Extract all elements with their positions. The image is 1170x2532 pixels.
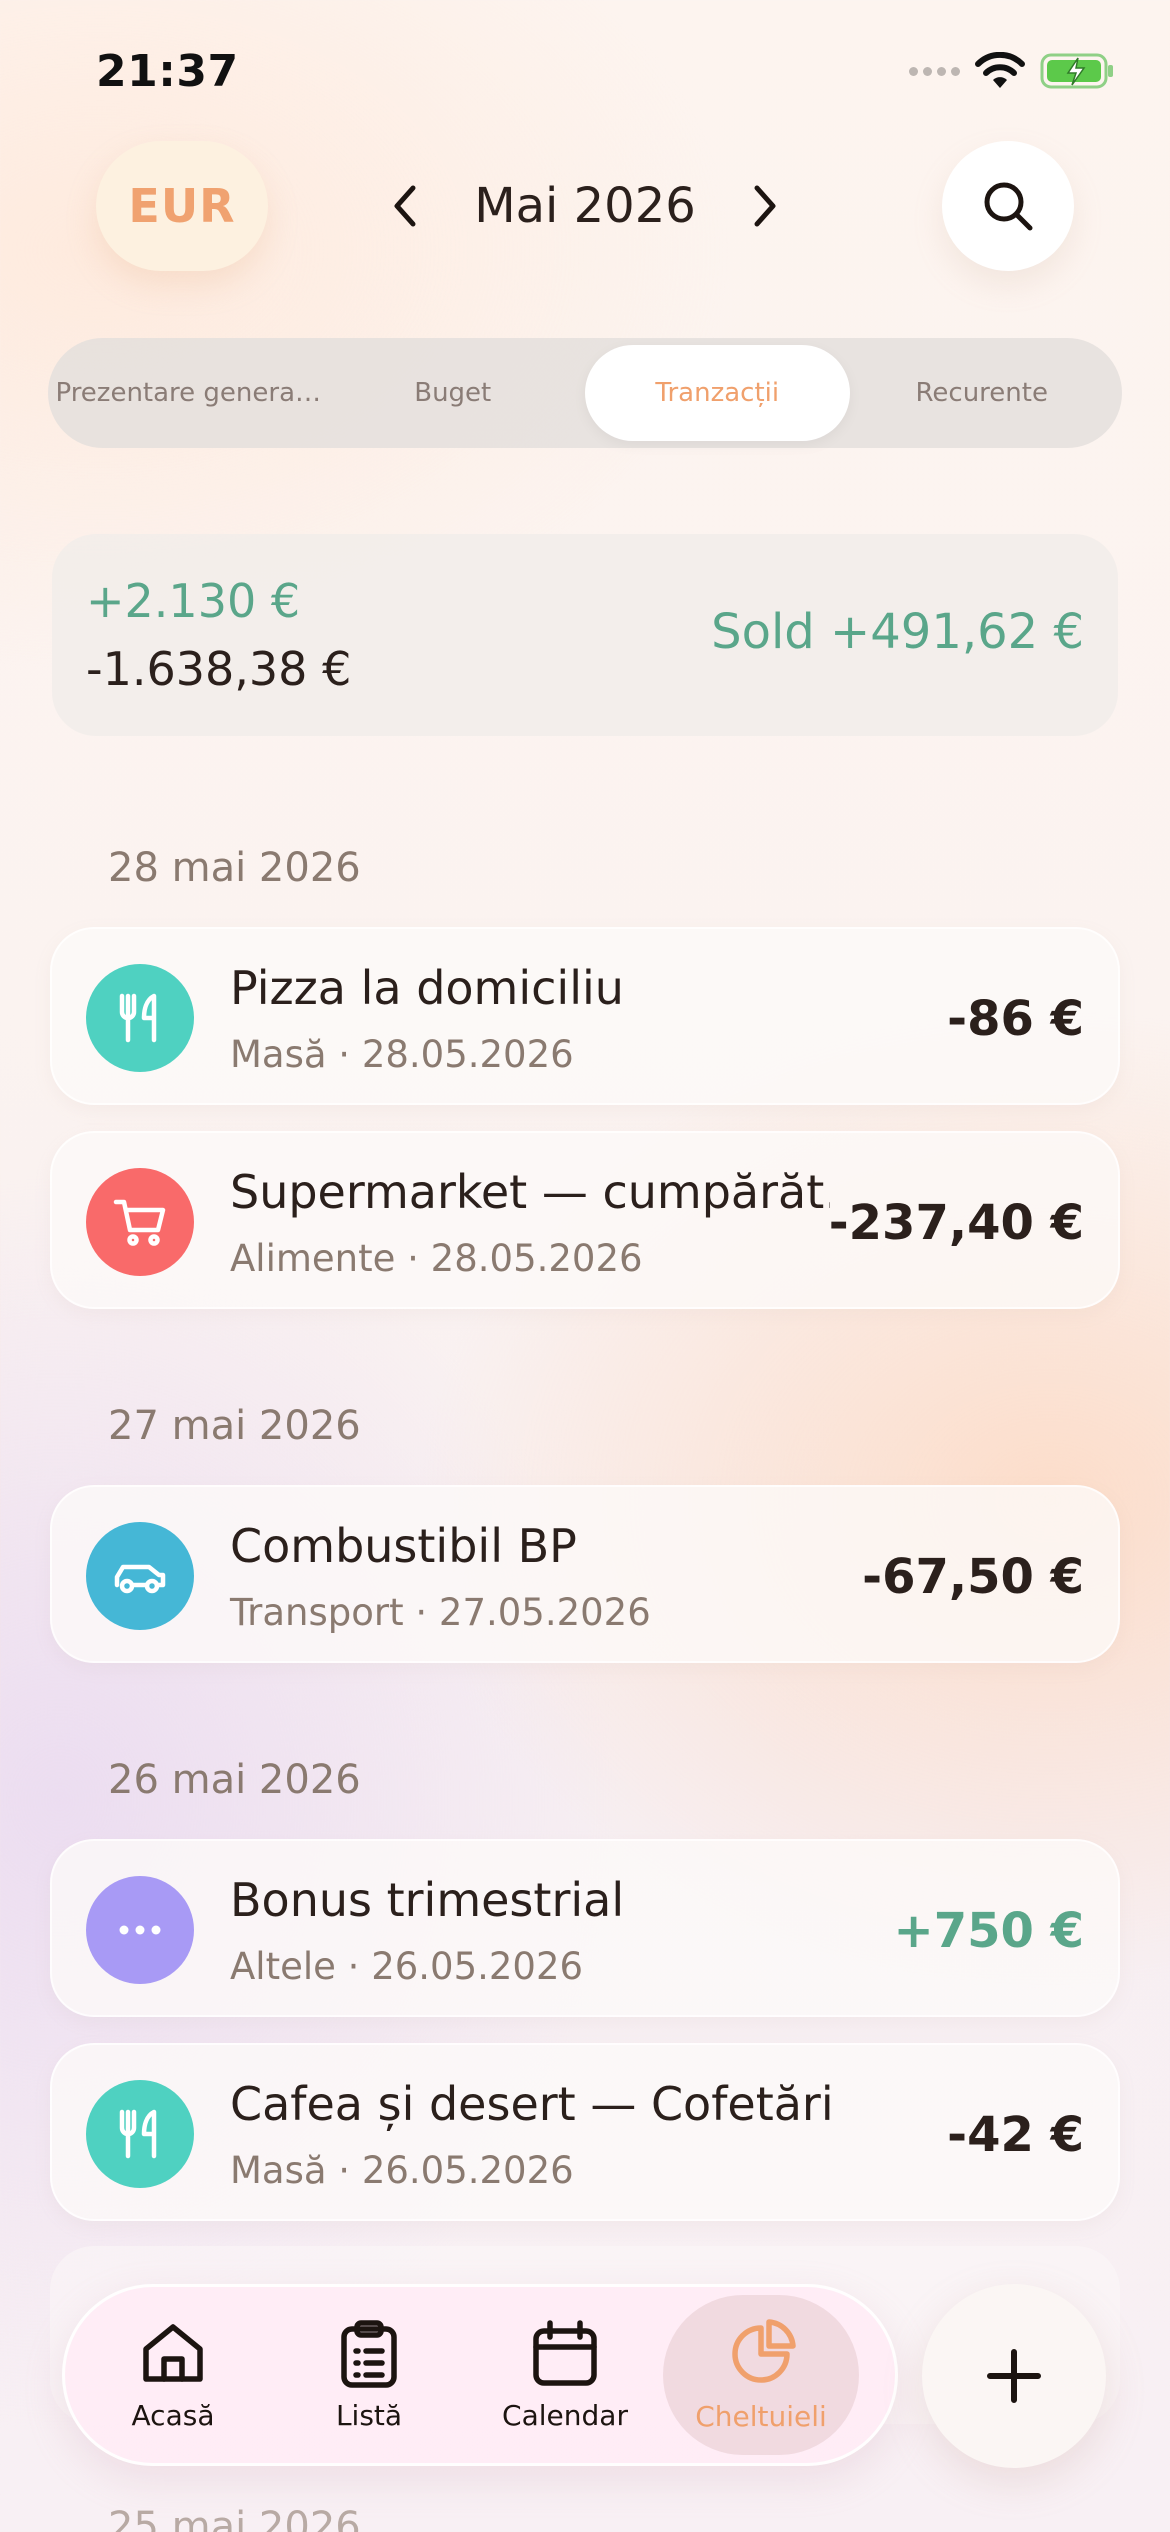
cart-icon: [86, 1168, 194, 1276]
search-button[interactable]: [942, 141, 1074, 271]
transaction-row[interactable]: Supermarket — cumpărăt… Alimente · 28.05…: [50, 1131, 1120, 1309]
nav-calendar[interactable]: Calendar: [467, 2295, 663, 2455]
bottom-navigation: Acasă Listă Calendar Cheltuieli: [62, 2284, 898, 2466]
wifi-icon: [975, 52, 1025, 88]
nav-list[interactable]: Listă: [271, 2295, 467, 2455]
battery-charging-icon: [1040, 53, 1113, 89]
next-month-button[interactable]: [740, 176, 790, 236]
tab-transactions[interactable]: Tranzacții: [585, 345, 850, 441]
status-time: 21:37: [96, 46, 239, 97]
currency-button[interactable]: EUR: [96, 141, 268, 271]
transaction-amount: +750 €: [893, 1903, 1084, 1959]
search-icon: [984, 182, 1033, 231]
nav-home-label: Acasă: [131, 2398, 215, 2432]
transaction-row[interactable]: Combustibil BP Transport · 27.05.2026 -6…: [50, 1485, 1120, 1663]
more-dots-icon: [86, 1876, 194, 1984]
date-header: 26 mai 2026: [108, 1757, 361, 1803]
total-expense: -1.638,38 €: [86, 642, 352, 696]
nav-expenses[interactable]: Cheltuieli: [663, 2295, 859, 2455]
transaction-category-date: Transport · 27.05.2026: [230, 1591, 651, 1634]
transaction-row[interactable]: Cafea și desert — Cofetărie Masă · 26.05…: [50, 2043, 1120, 2221]
tab-recurring[interactable]: Recurente: [850, 345, 1115, 441]
chevron-left-icon: [394, 185, 416, 227]
nav-expenses-label: Cheltuieli: [695, 2399, 827, 2433]
month-label: Mai 2026: [474, 178, 696, 234]
tab-budget[interactable]: Buget: [321, 345, 586, 441]
balance: Sold +491,62 €: [711, 604, 1084, 660]
chevron-right-icon: [754, 185, 776, 227]
transaction-row[interactable]: Pizza la domiciliu Masă · 28.05.2026 -86…: [50, 927, 1120, 1105]
fork-knife-icon: [86, 2080, 194, 2188]
pie-chart-icon: [732, 2318, 796, 2383]
month-navigator: Mai 2026: [380, 150, 790, 262]
currency-label: EUR: [128, 179, 236, 233]
transaction-amount: -42 €: [947, 2107, 1084, 2163]
month-summary-card: +2.130 € -1.638,38 € Sold +491,62 €: [52, 534, 1118, 736]
plus-icon: [987, 2349, 1041, 2403]
nav-home[interactable]: Acasă: [75, 2295, 271, 2455]
view-tabs: Prezentare genera… Buget Tranzacții Recu…: [48, 338, 1122, 448]
car-icon: [86, 1522, 194, 1630]
calendar-icon: [533, 2319, 597, 2386]
transaction-category-date: Alimente · 28.05.2026: [230, 1237, 643, 1280]
nav-calendar-label: Calendar: [502, 2398, 628, 2432]
transaction-title: Bonus trimestrial: [230, 1873, 625, 1927]
add-transaction-button[interactable]: [922, 2284, 1106, 2468]
nav-list-label: Listă: [335, 2398, 403, 2432]
transaction-amount: -237,40 €: [828, 1195, 1084, 1251]
status-icons: [909, 52, 1116, 90]
transaction-title: Pizza la domiciliu: [230, 961, 624, 1015]
transaction-category-date: Masă · 26.05.2026: [230, 2149, 574, 2192]
tab-overview[interactable]: Prezentare genera…: [56, 345, 321, 441]
clipboard-list-icon: [341, 2319, 397, 2388]
transaction-row[interactable]: Bonus trimestrial Altele · 26.05.2026 +7…: [50, 1839, 1120, 2017]
date-header: 27 mai 2026: [108, 1403, 361, 1449]
date-header: 28 mai 2026: [108, 845, 361, 891]
date-header: 25 mai 2026: [108, 2504, 361, 2532]
transaction-title: Cafea și desert — Cofetărie: [230, 2077, 830, 2131]
transaction-category-date: Altele · 26.05.2026: [230, 1945, 584, 1988]
total-income: +2.130 €: [86, 574, 301, 628]
transaction-amount: -67,50 €: [862, 1549, 1084, 1605]
transaction-category-date: Masă · 28.05.2026: [230, 1033, 574, 1076]
previous-month-button[interactable]: [380, 176, 430, 236]
cellular-signal-icon: [909, 66, 960, 76]
transaction-amount: -86 €: [947, 991, 1084, 1047]
home-icon: [143, 2323, 203, 2382]
transaction-title: Supermarket — cumpărăt…: [230, 1165, 830, 1219]
transaction-title: Combustibil BP: [230, 1519, 577, 1573]
fork-knife-icon: [86, 964, 194, 1072]
